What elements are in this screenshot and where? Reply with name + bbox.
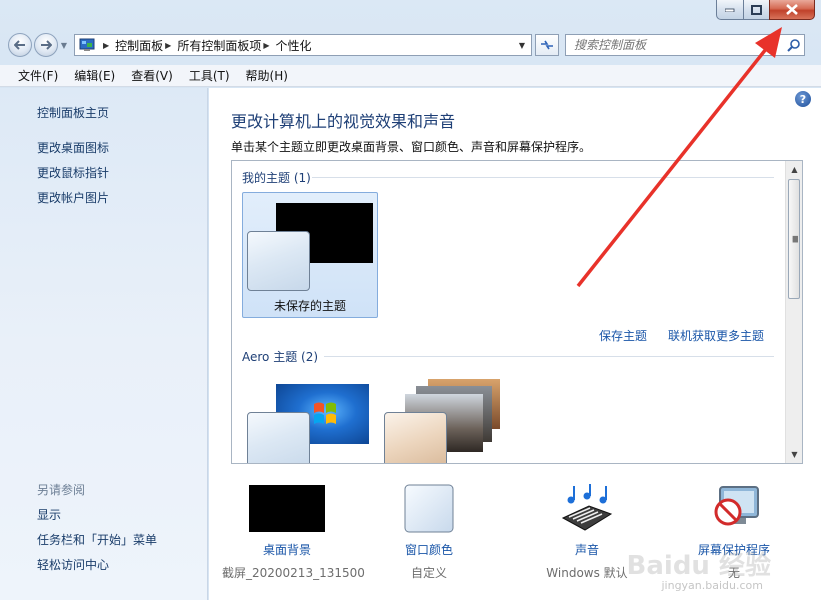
group-divider xyxy=(324,356,774,357)
theme-tile-landscapes[interactable] xyxy=(382,373,518,463)
close-icon xyxy=(786,4,798,15)
sound-icon xyxy=(561,482,613,531)
back-button[interactable] xyxy=(8,33,32,57)
recent-pages-dropdown[interactable]: ▼ xyxy=(58,33,70,57)
navigation-row: ▼ ▶ 控制面板 ▶ 所有控制面板项 ▶ 个性化 ▼ xyxy=(8,30,813,60)
window-color-icon xyxy=(404,484,454,533)
search-field[interactable] xyxy=(565,34,805,56)
maximize-icon xyxy=(751,4,762,15)
search-button[interactable] xyxy=(782,35,804,55)
desktop-background-icon xyxy=(249,485,325,532)
window-color-value: 自定义 xyxy=(410,566,447,580)
window-color-item[interactable]: 窗口颜色 自定义 xyxy=(364,484,494,581)
address-dropdown-button[interactable]: ▼ xyxy=(513,35,531,55)
theme-tile-windows7[interactable] xyxy=(242,373,378,463)
sidebar-control-panel-home[interactable]: 控制面板主页 xyxy=(37,104,109,121)
help-button[interactable]: ? xyxy=(795,91,811,107)
minimize-button[interactable] xyxy=(716,0,743,20)
window-frame: ▼ ▶ 控制面板 ▶ 所有控制面板项 ▶ 个性化 ▼ 搜索控制面板 文件(F) … xyxy=(0,0,821,600)
scroll-down-button[interactable]: ▼ xyxy=(786,446,802,463)
screensaver-icon xyxy=(714,486,759,526)
sidebar-see-also-taskbar[interactable]: 任务栏和「开始」菜单 xyxy=(37,531,157,548)
grip-icon: ▬ ▬ ▬ xyxy=(792,233,799,245)
breadcrumb-personalization[interactable]: 个性化 xyxy=(276,37,312,54)
sidebar-change-mouse-pointers[interactable]: 更改鼠标指针 xyxy=(37,164,109,181)
menu-view[interactable]: 查看(V) xyxy=(123,67,181,84)
watermark-url: jingyan.baidu.com xyxy=(661,579,763,592)
forward-button[interactable] xyxy=(34,33,58,57)
sidebar-change-account-picture[interactable]: 更改帐户图片 xyxy=(37,189,109,206)
page-title: 更改计算机上的视觉效果和声音 xyxy=(231,112,456,131)
group-divider xyxy=(312,177,774,178)
breadcrumb-separator[interactable]: ▶ xyxy=(103,41,109,50)
window-color-swatch xyxy=(247,412,310,463)
refresh-button[interactable] xyxy=(535,34,559,56)
sidebar-change-desktop-icons[interactable]: 更改桌面图标 xyxy=(37,139,109,156)
window-color-link[interactable]: 窗口颜色 xyxy=(364,541,494,558)
breadcrumb-separator[interactable]: ▶ xyxy=(165,41,171,50)
main-content: ? 更改计算机上的视觉效果和声音 单击某个主题立即更改桌面背景、窗口颜色、声音和… xyxy=(209,88,821,600)
menu-file[interactable]: 文件(F) xyxy=(10,67,66,84)
address-bar[interactable]: ▶ 控制面板 ▶ 所有控制面板项 ▶ 个性化 ▼ xyxy=(74,34,532,56)
sidebar-see-also-display[interactable]: 显示 xyxy=(37,506,61,523)
window-color-swatch xyxy=(247,231,310,291)
minimize-icon xyxy=(725,8,735,12)
desktop-background-item[interactable]: 桌面背景 截屏_20200213_131500 xyxy=(222,484,365,581)
menu-bar: 文件(F) 编辑(E) 查看(V) 工具(T) 帮助(H) xyxy=(0,65,821,87)
sidebar: 控制面板主页 更改桌面图标 更改鼠标指针 更改帐户图片 另请参阅 显示 任务栏和… xyxy=(0,88,208,600)
maximize-button[interactable] xyxy=(743,0,769,20)
get-more-themes-online-link[interactable]: 联机获取更多主题 xyxy=(668,327,764,344)
breadcrumb-separator[interactable]: ▶ xyxy=(263,41,269,50)
desktop-background-value: 截屏_20200213_131500 xyxy=(222,566,365,580)
scroll-thumb[interactable]: ▬ ▬ ▬ xyxy=(788,179,800,299)
control-panel-icon xyxy=(79,38,95,51)
theme-tile-label: 未保存的主题 xyxy=(273,299,346,313)
menu-edit[interactable]: 编辑(E) xyxy=(66,67,123,84)
my-themes-group-title[interactable]: 我的主题 (1) xyxy=(242,169,311,186)
back-arrow-icon xyxy=(14,40,25,50)
watermark: Baidu 经验 xyxy=(626,551,771,581)
desktop-background-link[interactable]: 桌面背景 xyxy=(222,541,352,558)
search-input[interactable] xyxy=(574,38,782,52)
sidebar-see-also-heading: 另请参阅 xyxy=(37,483,86,497)
breadcrumb-control-panel[interactable]: 控制面板 xyxy=(115,37,163,54)
save-theme-link[interactable]: 保存主题 xyxy=(599,327,647,344)
theme-list: 我的主题 (1) 未保存的主题 保存主题 联机获取更多主题 Aero 主题 (2… xyxy=(231,160,803,464)
help-icon: ? xyxy=(799,92,807,106)
scroll-up-button[interactable]: ▲ xyxy=(786,161,802,178)
menu-help[interactable]: 帮助(H) xyxy=(238,67,296,84)
sidebar-see-also-ease-of-access[interactable]: 轻松访问中心 xyxy=(37,556,109,573)
menu-tools[interactable]: 工具(T) xyxy=(181,67,238,84)
aero-themes-group-title[interactable]: Aero 主题 (2) xyxy=(242,348,318,365)
breadcrumb-all-items[interactable]: 所有控制面板项 xyxy=(177,37,261,54)
page-description: 单击某个主题立即更改桌面背景、窗口颜色、声音和屏幕保护程序。 xyxy=(231,140,592,154)
search-icon xyxy=(786,38,800,52)
close-button[interactable] xyxy=(769,0,815,20)
caption-buttons xyxy=(716,0,815,20)
theme-tile-unsaved[interactable]: 未保存的主题 xyxy=(242,192,378,318)
refresh-icon xyxy=(541,40,553,50)
forward-arrow-icon xyxy=(41,40,52,50)
window-color-swatch xyxy=(384,412,447,463)
theme-list-scrollbar[interactable]: ▲ ▬ ▬ ▬ ▼ xyxy=(785,161,802,463)
